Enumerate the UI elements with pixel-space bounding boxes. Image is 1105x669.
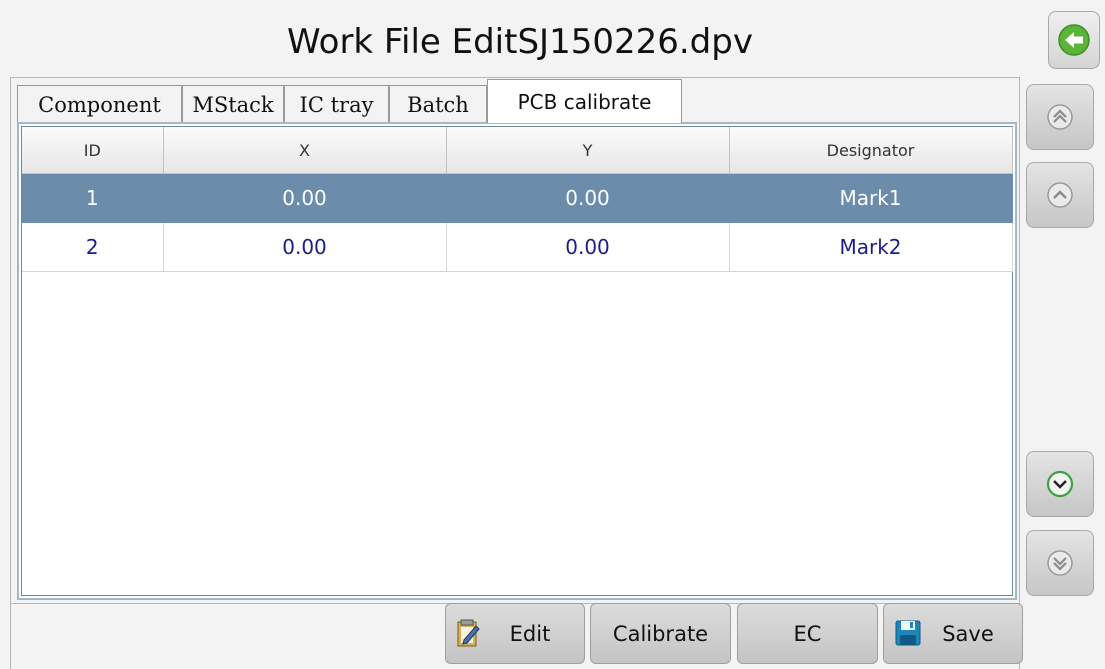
table-row[interactable]: 2 0.00 0.00 Mark2 bbox=[22, 222, 1013, 272]
page-title: Work File EditSJ150226.dpv bbox=[287, 22, 753, 62]
cell-x: 0.00 bbox=[163, 222, 447, 272]
save-icon bbox=[894, 618, 922, 653]
ec-button-label: EC bbox=[793, 621, 822, 646]
cell-x: 0.00 bbox=[163, 173, 447, 223]
page-up-double-icon bbox=[1047, 104, 1073, 130]
back-arrow-icon bbox=[1058, 24, 1090, 56]
edit-button-label: Edit bbox=[509, 621, 551, 646]
ec-button[interactable]: EC bbox=[737, 603, 878, 664]
tab-pcb-calibrate[interactable]: PCB calibrate bbox=[487, 79, 682, 123]
calibrate-button[interactable]: Calibrate bbox=[590, 603, 731, 664]
table-row[interactable]: 1 0.00 0.00 Mark1 bbox=[22, 173, 1013, 223]
scroll-down-icon bbox=[1046, 470, 1074, 498]
page-up-button[interactable] bbox=[1026, 84, 1094, 150]
calibration-table: ID X Y Designator 1 0.00 0.00 Mark1 2 0.… bbox=[21, 126, 1013, 596]
cell-designator: Mark2 bbox=[729, 222, 1013, 272]
column-header-y[interactable]: Y bbox=[446, 127, 730, 174]
tab-ic-tray[interactable]: IC tray bbox=[284, 85, 389, 123]
column-header-designator[interactable]: Designator bbox=[729, 127, 1013, 174]
calibrate-button-label: Calibrate bbox=[612, 621, 709, 646]
back-button[interactable] bbox=[1048, 11, 1100, 69]
page-down-double-icon bbox=[1047, 550, 1073, 576]
scroll-up-button[interactable] bbox=[1026, 162, 1094, 228]
edit-button[interactable]: Edit bbox=[445, 603, 585, 664]
scroll-up-icon bbox=[1047, 182, 1073, 208]
tab-bar: Component MStack IC tray Batch PCB calib… bbox=[17, 79, 682, 123]
tab-batch[interactable]: Batch bbox=[389, 85, 487, 123]
tab-mstack[interactable]: MStack bbox=[182, 85, 284, 123]
page-down-button[interactable] bbox=[1026, 530, 1094, 596]
cell-y: 0.00 bbox=[446, 222, 730, 272]
cell-id: 2 bbox=[22, 222, 164, 272]
column-header-x[interactable]: X bbox=[163, 127, 447, 174]
cell-designator: Mark1 bbox=[729, 173, 1013, 223]
cell-y: 0.00 bbox=[446, 173, 730, 223]
edit-icon bbox=[456, 618, 482, 653]
save-button-label: Save bbox=[942, 621, 994, 646]
table-header-row: ID X Y Designator bbox=[22, 127, 1013, 174]
scroll-down-button[interactable] bbox=[1026, 451, 1094, 517]
tab-component[interactable]: Component bbox=[17, 85, 182, 123]
cell-id: 1 bbox=[22, 173, 164, 223]
column-header-id[interactable]: ID bbox=[22, 127, 164, 174]
save-button[interactable]: Save bbox=[883, 603, 1023, 664]
